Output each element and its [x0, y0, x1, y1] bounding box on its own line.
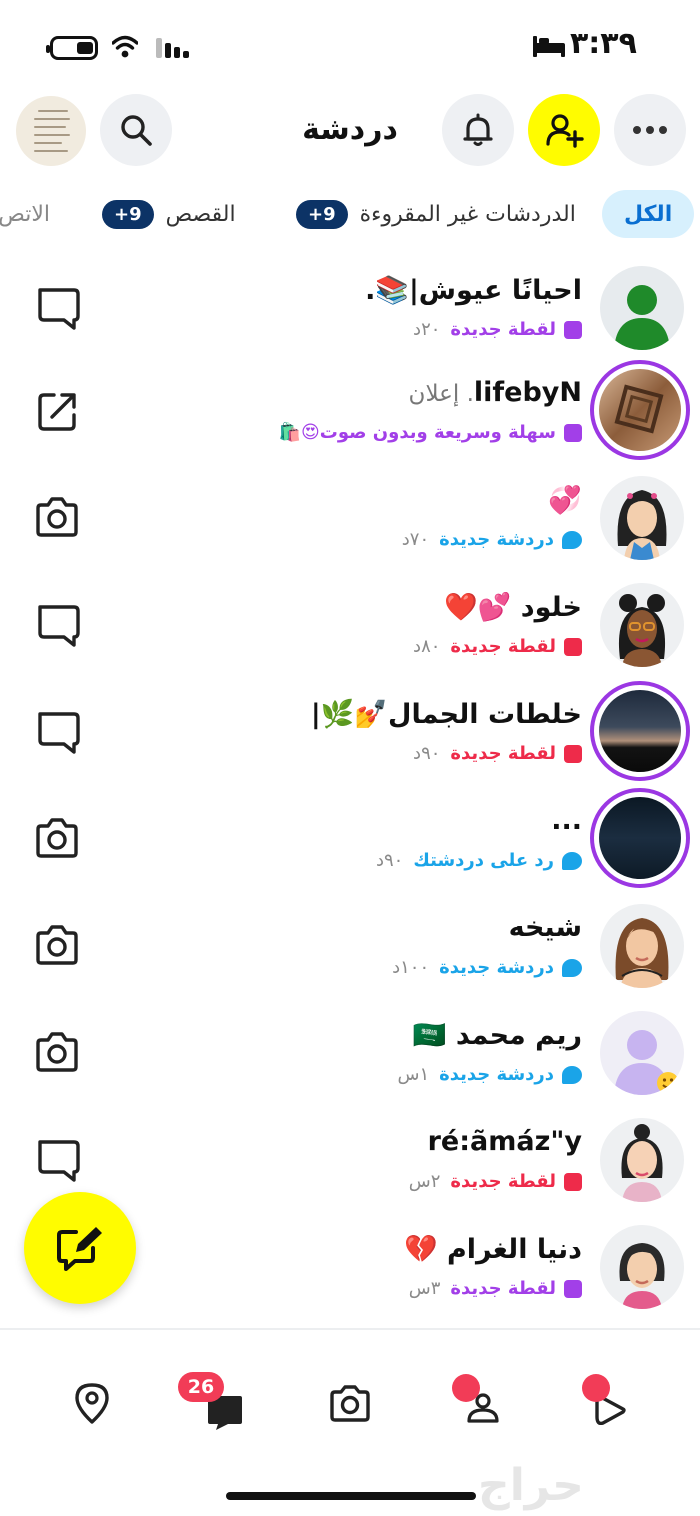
- avatar: [600, 1118, 684, 1202]
- external-link-icon[interactable]: [30, 387, 84, 433]
- chat-bubble-icon[interactable]: [30, 284, 84, 330]
- filter-all[interactable]: الكل: [602, 190, 695, 238]
- count-badge: +9: [102, 199, 154, 229]
- snap-indicator-icon: [564, 744, 582, 763]
- chat-status: سهلة وسريعة وبدون صوت😍🛍️: [279, 422, 582, 443]
- chat-name: خلطات الجمال💅🌿|: [310, 699, 582, 730]
- chat-status: لقطة جديدة ٩٠د: [413, 743, 582, 764]
- avatar: [600, 266, 684, 350]
- sleep-focus-icon: [533, 36, 565, 57]
- cellular-signal-icon: [156, 38, 192, 58]
- chat-row[interactable]: ريم محمد 🇸🇦 دردشة جديدة ١س: [0, 999, 700, 1106]
- chat-status: دردشة جديدة ١٠٠د: [392, 957, 582, 978]
- status-bar: ٣:٣٩: [0, 0, 700, 90]
- chat-row[interactable]: خلود 💕❤️ لقطة جديدة ٨٠د: [0, 571, 700, 678]
- notifications-button[interactable]: [442, 94, 514, 166]
- battery-icon: [46, 36, 98, 60]
- chat-name: 💞: [548, 485, 582, 516]
- nav-map[interactable]: [64, 1372, 120, 1434]
- avatar: [600, 904, 684, 988]
- search-icon: [121, 115, 152, 146]
- new-chat-button[interactable]: [24, 1192, 136, 1304]
- nav-divider: [0, 1328, 700, 1330]
- filter-label: الاتص: [0, 201, 50, 227]
- chat-name: خلود 💕❤️: [444, 592, 582, 623]
- avatar: [600, 583, 684, 667]
- filter-stories[interactable]: القصص +9: [102, 190, 236, 238]
- chat-screen: ٣:٣٩ دردشة الكل الدردشات غير المقروءة +9…: [0, 0, 700, 1516]
- stories-notification-dot: [452, 1374, 480, 1402]
- chat-status: دردشة جديدة ١س: [397, 1064, 582, 1085]
- chat-name: ريم محمد 🇸🇦: [412, 1020, 582, 1051]
- camera-tab-icon: [330, 1385, 370, 1422]
- chat-status: لقطة جديدة ٣س: [409, 1278, 582, 1299]
- add-friend-icon: [546, 114, 584, 148]
- chat-status: رد على دردشتك ٩٠د: [376, 850, 582, 871]
- filter-label: الدردشات غير المقروءة: [359, 201, 576, 227]
- camera-icon[interactable]: [30, 922, 84, 968]
- filter-calls[interactable]: الاتص: [0, 190, 50, 238]
- page-title: دردشة: [302, 112, 398, 147]
- chat-indicator-icon: [562, 851, 582, 870]
- chat-row[interactable]: ... رد على دردشتك ٩٠د: [0, 785, 700, 892]
- camera-icon[interactable]: [30, 494, 84, 540]
- avatar: [590, 681, 690, 781]
- snap-indicator-icon: [564, 1279, 582, 1298]
- camera-icon[interactable]: [30, 1029, 84, 1075]
- wifi-icon: [112, 35, 138, 58]
- chat-bubble-icon[interactable]: [30, 601, 84, 647]
- more-options-button[interactable]: [614, 94, 686, 166]
- avatar: [600, 1011, 684, 1095]
- more-icon: [633, 126, 667, 134]
- unread-count-badge: 26: [178, 1372, 224, 1402]
- chat-row[interactable]: lifebyN. إعلان سهلة وسريعة وبدون صوت😍🛍️: [0, 357, 700, 464]
- chat-indicator-icon: [562, 958, 582, 977]
- chat-indicator-icon: [562, 530, 582, 549]
- chat-name: lifebyN. إعلان: [408, 377, 582, 408]
- snap-indicator-icon: [564, 423, 582, 442]
- chat-name: ...: [551, 805, 582, 836]
- map-pin-icon: [75, 1383, 109, 1424]
- chat-status: لقطة جديدة ٢٠د: [413, 319, 582, 340]
- snap-indicator-icon: [564, 320, 582, 339]
- count-badge: +9: [296, 199, 348, 229]
- chat-name: دنيا الغرام 💔: [403, 1234, 582, 1265]
- chat-status: لقطة جديدة ٢س: [409, 1171, 582, 1192]
- chat-row[interactable]: احيانًا عيوش|📚. لقطة جديدة ٢٠د: [0, 254, 700, 361]
- nav-camera[interactable]: [322, 1372, 378, 1434]
- chat-name: ré:ãmáz"y: [427, 1126, 582, 1157]
- avatar: [600, 476, 684, 560]
- chat-indicator-icon: [562, 1065, 582, 1084]
- camera-icon[interactable]: [30, 815, 84, 861]
- spotlight-notification-dot: [582, 1374, 610, 1402]
- filter-label: القصص: [165, 201, 236, 227]
- filter-label: الكل: [624, 201, 673, 227]
- home-indicator[interactable]: [226, 1492, 476, 1500]
- bell-icon: [463, 113, 493, 146]
- chat-row[interactable]: خلطات الجمال💅🌿| لقطة جديدة ٩٠د: [0, 678, 700, 785]
- snap-indicator-icon: [564, 637, 582, 656]
- compose-icon: [57, 1227, 102, 1271]
- filter-unread[interactable]: الدردشات غير المقروءة +9: [296, 190, 576, 238]
- add-friend-button[interactable]: [528, 94, 600, 166]
- chat-row[interactable]: 💞 دردشة جديدة ٧٠د: [0, 464, 700, 571]
- snap-indicator-icon: [564, 1172, 582, 1191]
- chat-name: احيانًا عيوش|📚.: [365, 275, 582, 306]
- chat-name: شيخه: [508, 912, 582, 943]
- chat-row[interactable]: شيخه دردشة جديدة ١٠٠د: [0, 892, 700, 999]
- avatar: [590, 788, 690, 888]
- profile-avatar[interactable]: [16, 96, 86, 166]
- chat-status: دردشة جديدة ٧٠د: [402, 529, 582, 550]
- watermark-logo: حراج: [478, 1460, 584, 1511]
- search-button[interactable]: [100, 94, 172, 166]
- chat-bubble-icon[interactable]: [30, 708, 84, 754]
- status-time: ٣:٣٩: [570, 26, 637, 61]
- avatar: [600, 1225, 684, 1309]
- chat-bubble-icon[interactable]: [30, 1136, 84, 1182]
- chat-status: لقطة جديدة ٨٠د: [413, 636, 582, 657]
- avatar: [590, 360, 690, 460]
